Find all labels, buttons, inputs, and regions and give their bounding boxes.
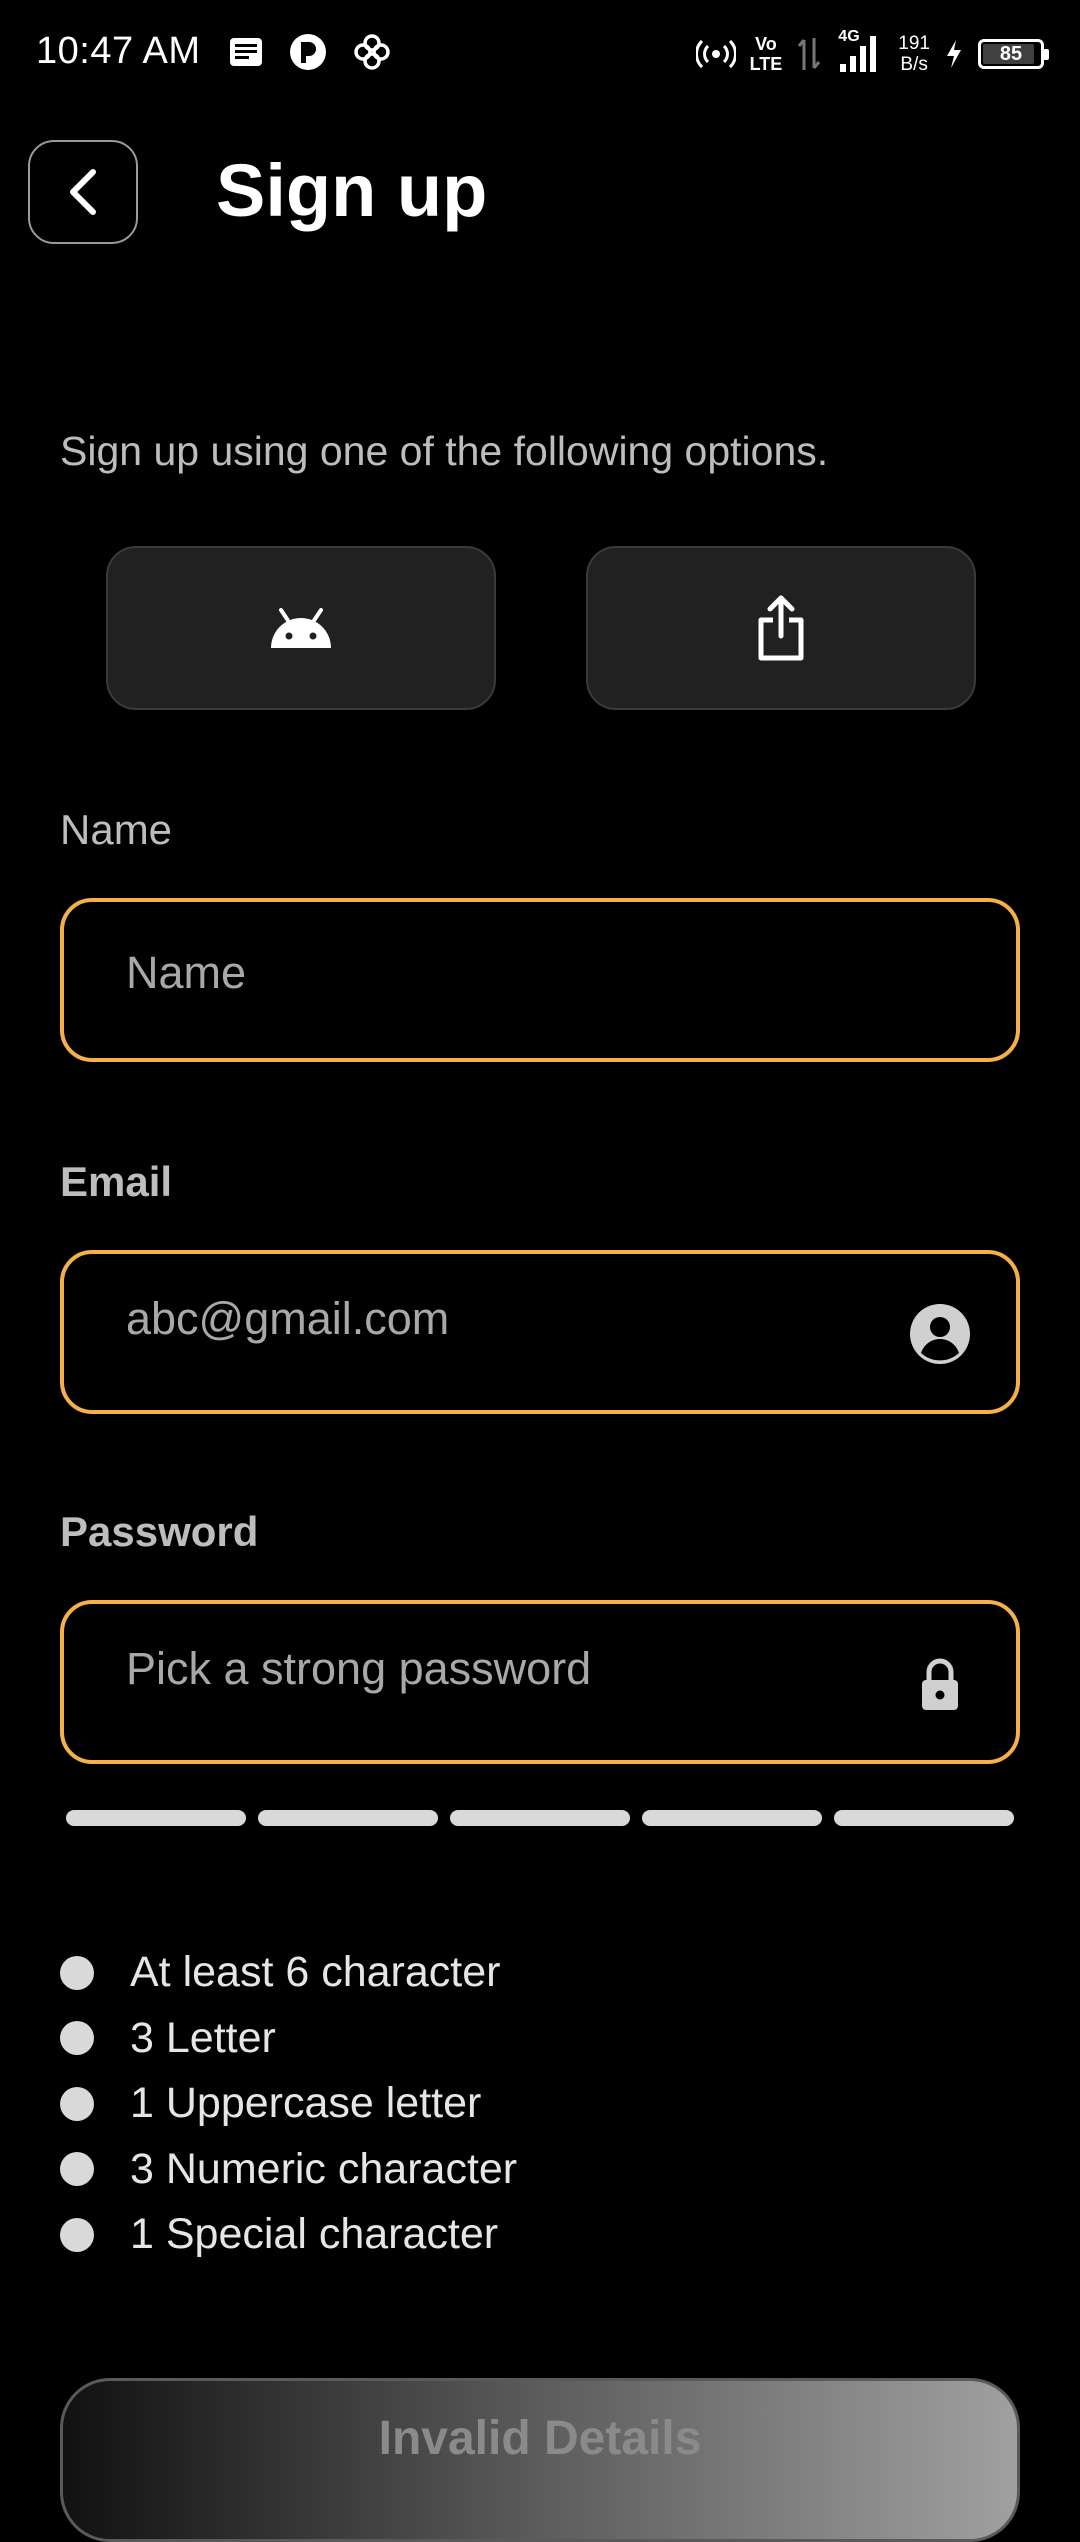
name-input[interactable] (126, 938, 886, 1008)
requirement-dot (60, 1955, 94, 1990)
network-speed: 191 B/s (898, 33, 930, 75)
status-right-cluster: Vo LTE 4G 191 B/s 85 (695, 26, 1049, 82)
signup-intro-text: Sign up using one of the following optio… (60, 428, 829, 474)
requirement-text: 3 Letter (130, 2013, 276, 2062)
requirement-item: At least 6 character (60, 1940, 960, 2006)
speed-value: 191 (898, 33, 930, 54)
submit-button[interactable]: Invalid Details (60, 2378, 1020, 2542)
battery-nub (1044, 49, 1049, 60)
password-input[interactable] (126, 1634, 886, 1704)
requirement-text: 3 Numeric character (130, 2144, 518, 2193)
battery-level: 85 (999, 43, 1023, 65)
password-field[interactable] (60, 1600, 1020, 1764)
app-notification-icon (290, 34, 326, 70)
requirement-item: 3 Numeric character (60, 2137, 960, 2203)
email-input[interactable] (126, 1284, 886, 1354)
hotspot-icon (695, 39, 736, 69)
data-arrows-icon (798, 38, 821, 70)
password-label: Password (60, 1508, 259, 1555)
name-label: Name (60, 806, 173, 853)
email-label: Email (60, 1158, 173, 1205)
password-requirements: At least 6 character 3 Letter 1 Uppercas… (60, 1940, 960, 2268)
volte-indicator: Vo LTE (750, 34, 783, 74)
requirement-dot (60, 2021, 94, 2056)
status-bar: 10:47 AM Vo LTE 4G 191 B/s 85 (0, 0, 1080, 110)
volte-bottom: LTE (749, 54, 783, 74)
lock-icon[interactable] (908, 1652, 972, 1716)
share-icon (758, 595, 804, 661)
requirement-dot (60, 2217, 94, 2252)
requirement-item: 1 Uppercase letter (60, 2071, 960, 2137)
requirement-dot (60, 2152, 94, 2187)
signal-strength: 4G (836, 28, 884, 76)
battery-icon: 85 (978, 39, 1049, 69)
strength-segment (450, 1810, 630, 1826)
charging-icon (947, 40, 961, 68)
chevron-left-icon (70, 169, 96, 215)
strength-segment (258, 1810, 438, 1826)
requirement-text: 1 Special character (130, 2210, 499, 2259)
speed-unit: B/s (900, 54, 928, 75)
page-title: Sign up (216, 149, 488, 232)
requirement-dot (60, 2086, 94, 2121)
share-signup-button[interactable] (586, 546, 976, 710)
requirement-item: 1 Special character (60, 2202, 960, 2268)
back-button[interactable] (28, 140, 138, 244)
pinwheel-notification-icon (354, 34, 390, 70)
strength-segment (66, 1810, 246, 1826)
strength-segment (642, 1810, 822, 1826)
name-field[interactable] (60, 898, 1020, 1062)
strength-segment (834, 1810, 1014, 1826)
submit-button-label: Invalid Details (378, 2412, 702, 2465)
status-time: 10:47 AM (36, 30, 201, 72)
news-notification-icon (230, 38, 262, 66)
user-circle-icon (910, 1304, 970, 1364)
requirement-item: 3 Letter (60, 2006, 960, 2072)
requirement-text: At least 6 character (130, 1948, 501, 1997)
signal-type-label: 4G (838, 28, 860, 45)
volte-top: Vo (755, 34, 777, 54)
requirement-text: 1 Uppercase letter (130, 2079, 482, 2128)
android-signup-button[interactable] (106, 546, 496, 710)
android-icon (271, 608, 331, 648)
email-field[interactable] (60, 1250, 1020, 1414)
